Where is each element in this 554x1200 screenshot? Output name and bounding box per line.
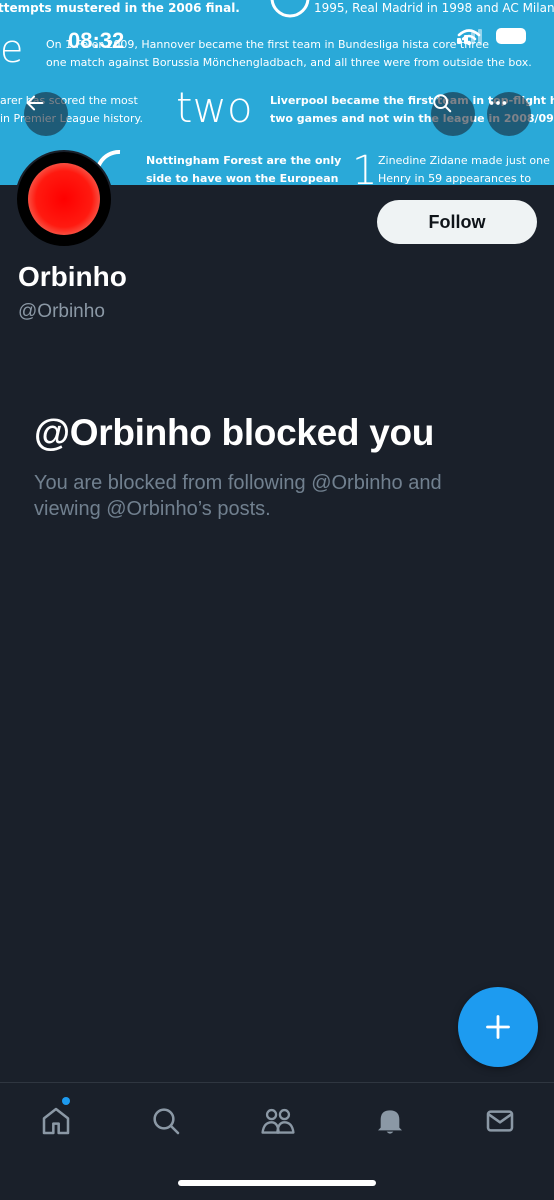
- back-button[interactable]: [24, 92, 68, 136]
- banner-line: Nottingham Forest are the only: [146, 154, 341, 167]
- profile-screen: ttempts mustered in the 2006 final. 1995…: [0, 0, 554, 1200]
- banner-line: one match against Borussia Mönchengladba…: [46, 56, 532, 69]
- banner-line: ttempts mustered in the 2006 final.: [0, 1, 240, 15]
- search-icon: [153, 1108, 180, 1135]
- avatar-image: [28, 163, 100, 235]
- search-icon: [433, 94, 452, 113]
- status-time: 08:32: [68, 28, 125, 53]
- home-indicator: [178, 1180, 376, 1186]
- more-options-button[interactable]: [487, 92, 531, 136]
- nav-messages[interactable]: [480, 1101, 520, 1141]
- compose-button[interactable]: [458, 987, 538, 1067]
- nav-notifications[interactable]: [370, 1101, 410, 1141]
- banner-digit: [270, 0, 310, 18]
- back-arrow-icon: [26, 95, 44, 111]
- nav-home[interactable]: [36, 1101, 76, 1141]
- banner-line: Zinedine Zidane made just one a: [378, 154, 554, 167]
- battery-icon: [496, 28, 526, 44]
- display-name: Orbinho: [18, 261, 127, 292]
- notifications-icon: [378, 1110, 402, 1134]
- follow-button[interactable]: Follow: [377, 200, 537, 244]
- banner-line: arer has scored the most: [0, 94, 139, 107]
- messages-icon: [486, 1110, 514, 1132]
- plus-icon: [486, 1015, 510, 1039]
- home-notification-dot: [62, 1097, 70, 1105]
- blocked-title: @Orbinho blocked you: [34, 412, 435, 453]
- status-icons: [457, 28, 526, 46]
- banner-letter: e: [0, 27, 23, 71]
- profile-handle: @Orbinho: [18, 301, 105, 322]
- banner-line: Henry in 59 appearances to: [378, 172, 531, 185]
- banner-line: in Premier League history.: [0, 112, 143, 125]
- communities-icon: [261, 1108, 295, 1134]
- banner-line: 1995, Real Madrid in 1998 and AC Milan i…: [314, 1, 554, 15]
- nav-communities[interactable]: [258, 1101, 298, 1141]
- search-button[interactable]: [431, 92, 475, 136]
- banner-digit: 1: [352, 148, 377, 185]
- more-icon: [489, 101, 507, 105]
- nav-search[interactable]: [146, 1101, 186, 1141]
- home-icon: [42, 1107, 70, 1135]
- blocked-description: You are blocked from following @Orbinho …: [34, 472, 442, 520]
- wifi-icon: [457, 29, 481, 46]
- banner-word: two: [176, 83, 253, 132]
- banner-line: side to have won the European: [146, 172, 339, 185]
- avatar[interactable]: [15, 150, 113, 248]
